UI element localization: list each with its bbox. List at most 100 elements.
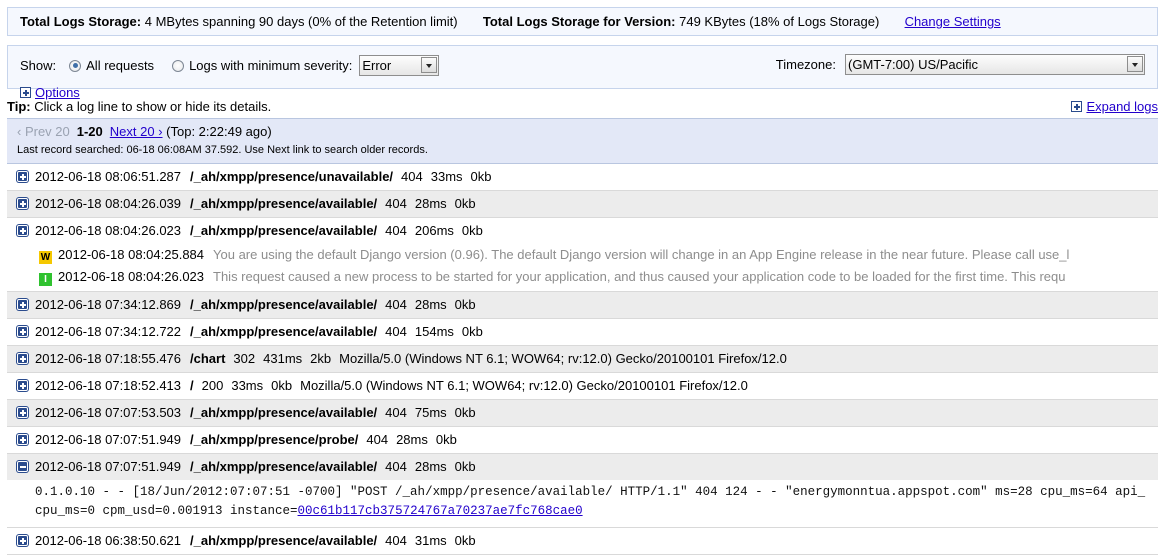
log-latency: 31ms xyxy=(414,533,447,548)
expand-plus-icon[interactable] xyxy=(17,299,28,310)
log-entry-header[interactable]: 2012-06-18 07:07:51.949 /_ah/xmpp/presenc… xyxy=(7,454,1158,480)
log-response-size: 0kb xyxy=(470,169,492,184)
log-response-size: 0kb xyxy=(435,432,457,447)
collapse-minus-icon[interactable] xyxy=(17,461,28,472)
log-entry[interactable]: 2012-06-18 08:04:26.023 /_ah/xmpp/presenc… xyxy=(7,218,1158,292)
log-entry-header[interactable]: 2012-06-18 07:18:55.476/chart 302 431ms 2kb… xyxy=(7,346,1158,372)
instance-id-link[interactable]: 00c61b117cb375724767a70237ae7fc768cae0 xyxy=(298,504,583,518)
log-request-path: /_ah/xmpp/presence/available/ xyxy=(190,533,378,548)
log-status-code: 404 xyxy=(385,459,407,474)
tip-text: Click a log line to show or hide its det… xyxy=(30,99,272,114)
log-timestamp: 2012-06-18 07:34:12.722 xyxy=(35,324,182,339)
log-entry[interactable]: 2012-06-18 07:07:51.949 /_ah/xmpp/presenc… xyxy=(7,427,1158,454)
log-latency: 431ms xyxy=(263,351,303,366)
severity-badge: W xyxy=(39,251,52,264)
prev-page-link: ‹ Prev 20 xyxy=(17,124,70,139)
log-timestamp: 2012-06-18 08:06:51.287 xyxy=(35,169,182,184)
log-entry-header[interactable]: 2012-06-18 07:18:52.413 / 200 33ms 0kb Mozill… xyxy=(7,373,1158,399)
log-entry[interactable]: 2012-06-18 08:06:51.287 /_ah/xmpp/presenc… xyxy=(7,164,1158,191)
log-entry[interactable]: 2012-06-18 07:07:53.503 /_ah/xmpp/presenc… xyxy=(7,400,1158,427)
log-latency: 28ms xyxy=(414,459,447,474)
change-settings-link[interactable]: Change Settings xyxy=(905,14,1001,29)
log-response-size: 0kb xyxy=(454,533,476,548)
log-entry-header[interactable]: 2012-06-18 07:07:51.949 /_ah/xmpp/presenc… xyxy=(7,427,1158,453)
log-entry-header[interactable]: 2012-06-18 06:38:50.621 /_ah/xmpp/presenc… xyxy=(7,528,1158,554)
last-record-info: Last record searched: 06-18 06:08AM 37.5… xyxy=(17,144,428,156)
log-sublines: W 2012-06-18 08:04:25.884 You are using th… xyxy=(7,244,1158,291)
log-request-path: /_ah/xmpp/presence/probe/ xyxy=(190,432,359,447)
log-latency: 28ms xyxy=(414,297,447,312)
total-logs-storage-value: 4 MBytes spanning 90 days (0% of the Ret… xyxy=(144,14,458,29)
log-request-path: /_ah/xmpp/presence/available/ xyxy=(190,223,378,238)
expand-plus-icon[interactable] xyxy=(17,380,28,391)
tip-label: Tip: xyxy=(7,99,31,114)
severity-select-wrap: Error xyxy=(359,55,440,76)
log-entry[interactable]: 2012-06-18 07:07:51.949 /_ah/xmpp/presenc… xyxy=(7,454,1158,528)
log-entry-header[interactable]: 2012-06-18 07:34:12.722 /_ah/xmpp/presenc… xyxy=(7,319,1158,345)
expand-plus-icon[interactable] xyxy=(17,434,28,445)
log-entry-header[interactable]: 2012-06-18 07:34:12.869 /_ah/xmpp/presenc… xyxy=(7,292,1158,318)
log-timestamp: 2012-06-18 07:18:52.413 xyxy=(35,378,182,393)
log-entry-header[interactable]: 2012-06-18 08:04:26.023 /_ah/xmpp/presenc… xyxy=(7,218,1158,244)
next-page-link[interactable]: Next 20 › xyxy=(110,124,163,139)
log-entry-header[interactable]: 2012-06-18 08:06:51.287 /_ah/xmpp/presenc… xyxy=(7,164,1158,190)
log-status-code: 404 xyxy=(401,169,423,184)
log-request-path: / xyxy=(190,378,194,393)
radio-min-severity[interactable] xyxy=(172,59,185,72)
timezone-select[interactable]: (GMT-7:00) US/Pacific xyxy=(845,54,1145,75)
log-request-path: /_ah/xmpp/presence/available/ xyxy=(190,196,378,211)
subline-timestamp: 2012-06-18 08:04:25.884 xyxy=(58,247,205,262)
log-status-code: 404 xyxy=(385,324,407,339)
expand-logs-control[interactable]: Expand logs xyxy=(1071,98,1158,115)
radio-all-requests[interactable] xyxy=(69,59,82,72)
timezone-controls: Timezone: (GMT-7:00) US/Pacific xyxy=(776,54,1145,75)
log-status-code: 404 xyxy=(385,196,407,211)
version-logs-storage-value: 749 KBytes (18% of Logs Storage) xyxy=(679,14,880,29)
expand-plus-icon[interactable] xyxy=(17,198,28,209)
log-entry-header[interactable]: 2012-06-18 08:04:26.039 /_ah/xmpp/presenc… xyxy=(7,191,1158,217)
log-timestamp: 2012-06-18 06:38:50.621 xyxy=(35,533,182,548)
timezone-select-wrap: (GMT-7:00) US/Pacific xyxy=(845,54,1145,75)
severity-select[interactable]: Error xyxy=(359,55,440,76)
log-timestamp: 2012-06-18 07:34:12.869 xyxy=(35,297,182,312)
radio-all-requests-label[interactable]: All requests xyxy=(86,58,154,73)
log-response-size: 0kb xyxy=(271,378,293,393)
expand-logs-link[interactable]: Expand logs xyxy=(1086,98,1158,115)
expand-plus-icon[interactable] xyxy=(17,225,28,236)
log-entry[interactable]: 2012-06-18 07:34:12.869 /_ah/xmpp/presenc… xyxy=(7,292,1158,319)
log-entry[interactable]: 2012-06-18 07:34:12.722 /_ah/xmpp/presenc… xyxy=(7,319,1158,346)
log-user-agent: Mozilla/5.0 (Windows NT 6.1; WOW64; rv:1… xyxy=(300,378,748,393)
radio-min-severity-label[interactable]: Logs with minimum severity: xyxy=(189,58,352,73)
log-subline: W 2012-06-18 08:04:25.884 You are using th… xyxy=(7,244,1158,266)
log-entry[interactable]: 2012-06-18 07:18:52.413 / 200 33ms 0kb Mozill… xyxy=(7,373,1158,400)
expand-plus-icon[interactable] xyxy=(17,535,28,546)
log-response-size: 0kb xyxy=(461,223,483,238)
log-request-path: /_ah/xmpp/presence/available/ xyxy=(190,297,378,312)
log-status-code: 302 xyxy=(233,351,256,366)
expand-plus-icon[interactable] xyxy=(17,407,28,418)
log-entry[interactable]: 2012-06-18 07:18:55.476/chart 302 431ms 2kb… xyxy=(7,346,1158,373)
expand-plus-icon[interactable] xyxy=(1071,101,1083,112)
log-entry-header[interactable]: 2012-06-18 07:07:53.503 /_ah/xmpp/presenc… xyxy=(7,400,1158,426)
severity-badge: I xyxy=(39,273,52,286)
log-request-path: /_ah/xmpp/presence/unavailable/ xyxy=(190,169,394,184)
log-timestamp: 2012-06-18 07:18:55.476 xyxy=(35,351,182,366)
page-range: 1-20 xyxy=(76,124,103,139)
log-response-size: 0kb xyxy=(461,324,483,339)
log-request-path: /_ah/xmpp/presence/available/ xyxy=(190,405,378,420)
expand-plus-icon[interactable] xyxy=(17,326,28,337)
show-label: Show: xyxy=(20,58,57,73)
expand-plus-icon[interactable] xyxy=(17,171,28,182)
top-age-info: (Top: 2:22:49 ago) xyxy=(166,124,272,139)
expand-plus-icon[interactable] xyxy=(20,87,31,98)
storage-summary-bar: Total Logs Storage: 4 MBytes spanning 90… xyxy=(7,7,1158,36)
subline-timestamp: 2012-06-18 08:04:26.023 xyxy=(58,269,205,284)
log-response-size: 0kb xyxy=(454,405,476,420)
log-entry[interactable]: 2012-06-18 08:04:26.039 /_ah/xmpp/presenc… xyxy=(7,191,1158,218)
log-status-code: 404 xyxy=(385,405,407,420)
log-timestamp: 2012-06-18 07:07:51.949 xyxy=(35,432,182,447)
log-timestamp: 2012-06-18 07:07:53.503 xyxy=(35,405,182,420)
log-timestamp: 2012-06-18 07:07:51.949 xyxy=(35,459,182,474)
log-request-path: /chart xyxy=(190,351,226,366)
expand-plus-icon[interactable] xyxy=(17,353,28,364)
